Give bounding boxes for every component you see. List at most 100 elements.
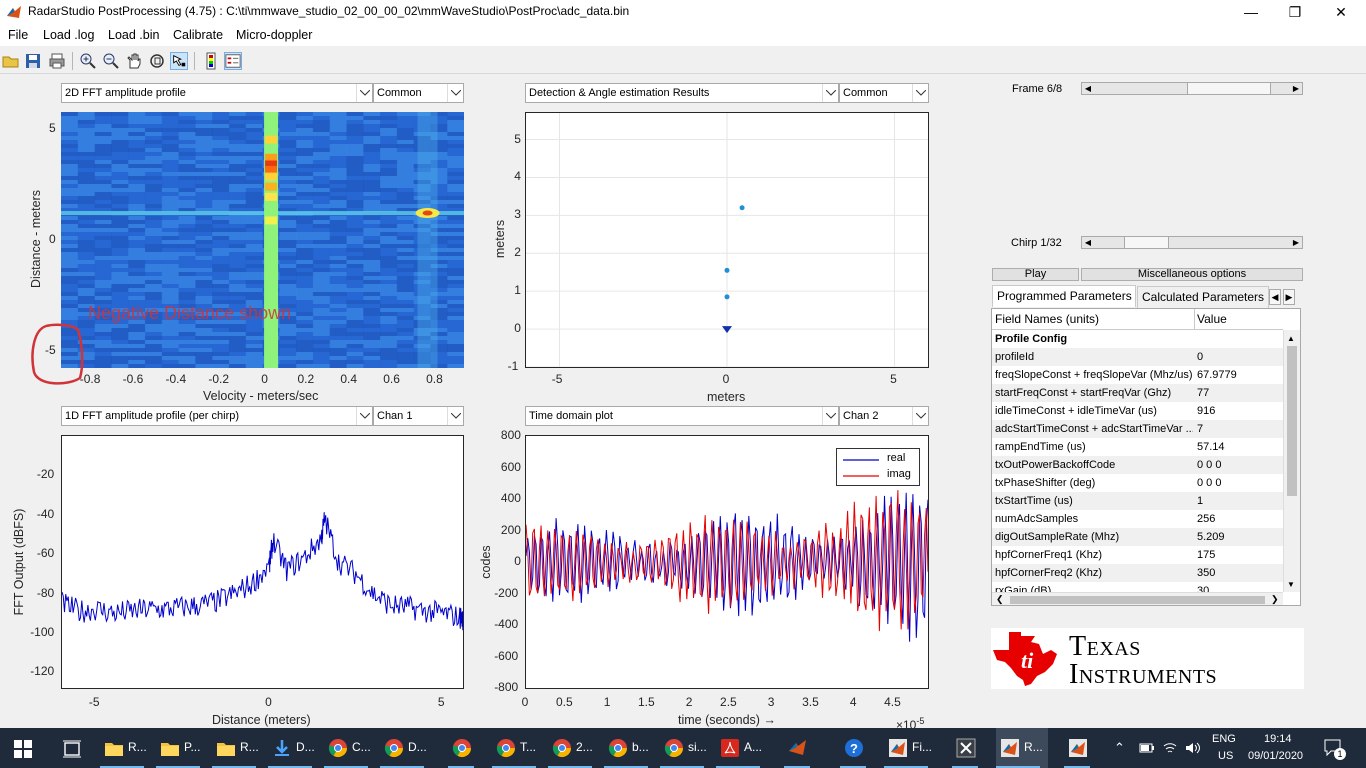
taskbar-app[interactable]: D...	[380, 728, 432, 768]
taskbar-app[interactable]: R...	[996, 728, 1048, 768]
language-indicator-2[interactable]: US	[1218, 750, 1233, 762]
taskbar-app[interactable]	[1064, 728, 1094, 768]
tab-scroll-left-icon[interactable]: ◀	[1269, 289, 1281, 305]
taskbar-app[interactable]: 2...	[548, 728, 600, 768]
plot1-type-select[interactable]: 2D FFT amplitude profile	[61, 83, 373, 103]
table-row[interactable]: adcStartTimeConst + adcStartTimeVar ... 7	[992, 420, 1283, 438]
misc-options-button[interactable]: Miscellaneous options	[1081, 268, 1303, 281]
table-horizontal-scrollbar[interactable]: ❮ ❯	[992, 592, 1283, 605]
slider-right-arrow-icon[interactable]: ▶	[1290, 83, 1302, 94]
heatmap-axes[interactable]	[61, 112, 464, 368]
volume-icon[interactable]	[1185, 741, 1201, 755]
taskbar-app[interactable]: Fi...	[884, 728, 936, 768]
taskbar-app[interactable]: D...	[268, 728, 320, 768]
show-hidden-icons[interactable]: ⌃	[1114, 740, 1125, 756]
clock-date[interactable]: 09/01/2020	[1248, 750, 1303, 762]
chirp-slider-thumb[interactable]	[1124, 237, 1170, 248]
table-row[interactable]: freqSlopeConst + freqSlopeVar (Mhz/us) 67…	[992, 366, 1283, 384]
heatmap-cell	[329, 264, 347, 268]
menu-calibrate[interactable]: Calibrate	[173, 28, 223, 42]
tab-scroll-right-icon[interactable]: ▶	[1283, 289, 1295, 305]
table-row[interactable]: profileId 0	[992, 348, 1283, 366]
chirp-slider[interactable]: ◀ ▶	[1081, 236, 1303, 249]
task-view-icon[interactable]	[62, 740, 82, 758]
column-header-value[interactable]: Value	[1197, 312, 1227, 326]
rotate-icon[interactable]	[148, 52, 166, 70]
taskbar-app[interactable]: ?	[840, 728, 870, 768]
plot4-channel-select[interactable]: Chan 2	[839, 406, 929, 426]
plot2-type-select[interactable]: Detection & Angle estimation Results	[525, 83, 839, 103]
table-row[interactable]: txStartTime (us) 1	[992, 492, 1283, 510]
heatmap-cell	[380, 200, 398, 204]
clock-time[interactable]: 19:14	[1264, 733, 1292, 745]
minimize-button[interactable]: —	[1228, 0, 1274, 24]
heatmap-cell	[178, 152, 196, 156]
table-row[interactable]: Profile Config	[992, 330, 1283, 348]
zoom-out-icon[interactable]	[102, 52, 120, 70]
frame-slider[interactable]: ◀ ▶	[1081, 82, 1303, 95]
plot2-channel-select[interactable]: Common	[839, 83, 929, 103]
taskbar-app[interactable]: R...	[212, 728, 264, 768]
scroll-down-icon[interactable]: ▼	[1287, 580, 1295, 589]
zoom-in-icon[interactable]	[79, 52, 97, 70]
tab-programmed-parameters[interactable]: Programmed Parameters	[992, 285, 1136, 307]
taskbar-app[interactable]: A...	[716, 728, 768, 768]
colorbar-icon[interactable]	[202, 52, 220, 70]
table-row[interactable]: txOutPowerBackoffCode 0 0 0	[992, 456, 1283, 474]
plot3-channel-select[interactable]: Chan 1	[373, 406, 464, 426]
scroll-up-icon[interactable]: ▲	[1287, 334, 1295, 343]
frame-slider-thumb[interactable]	[1186, 83, 1271, 94]
table-row[interactable]: hpfCornerFreq1 (Khz) 175	[992, 546, 1283, 564]
pan-icon[interactable]	[125, 52, 143, 70]
taskbar-app[interactable]: si...	[660, 728, 712, 768]
menu-file[interactable]: File	[8, 28, 28, 42]
table-row[interactable]: startFreqConst + startFreqVar (Ghz) 77	[992, 384, 1283, 402]
plot3-type-select[interactable]: 1D FFT amplitude profile (per chirp)	[61, 406, 373, 426]
scroll-left-icon[interactable]: ❮	[996, 594, 1004, 605]
legend-icon[interactable]	[224, 52, 242, 70]
table-vertical-scrollbar[interactable]: ▲ ▼	[1283, 330, 1300, 592]
table-row[interactable]: digOutSampleRate (Mhz) 5.209	[992, 528, 1283, 546]
slider-left-arrow-icon[interactable]: ◀	[1082, 237, 1094, 248]
detection-axes[interactable]	[525, 112, 929, 368]
scroll-right-icon[interactable]: ❯	[1271, 594, 1279, 605]
tab-calculated-parameters[interactable]: Calculated Parameters	[1137, 286, 1269, 308]
taskbar-app[interactable]	[952, 728, 982, 768]
close-button[interactable]: ✕	[1318, 0, 1364, 24]
plot4-type-select[interactable]: Time domain plot	[525, 406, 839, 426]
table-row[interactable]: numAdcSamples 256	[992, 510, 1283, 528]
print-icon[interactable]	[48, 52, 66, 70]
restore-button[interactable]: ❐	[1272, 0, 1318, 24]
time-domain-axes[interactable]: real imag	[525, 435, 929, 689]
taskbar-app[interactable]: C...	[324, 728, 376, 768]
table-scroll-thumb[interactable]	[1287, 346, 1297, 496]
open-icon[interactable]	[2, 52, 20, 70]
data-cursor-icon[interactable]	[170, 52, 188, 70]
column-header-field-names[interactable]: Field Names (units)	[995, 312, 1099, 326]
table-row[interactable]: txPhaseShifter (deg) 0 0 0	[992, 474, 1283, 492]
slider-left-arrow-icon[interactable]: ◀	[1082, 83, 1094, 94]
battery-icon[interactable]	[1139, 742, 1155, 754]
taskbar-app[interactable]: R...	[100, 728, 152, 768]
play-button[interactable]: Play	[992, 268, 1079, 281]
slider-right-arrow-icon[interactable]: ▶	[1290, 237, 1302, 248]
plot1-channel-select[interactable]: Common	[373, 83, 464, 103]
network-icon[interactable]	[1162, 741, 1178, 755]
heatmap-cell	[111, 284, 129, 288]
taskbar-app[interactable]: b...	[604, 728, 656, 768]
language-indicator-1[interactable]: ENG	[1212, 733, 1236, 745]
table-row[interactable]: rampEndTime (us) 57.14	[992, 438, 1283, 456]
table-row[interactable]: hpfCornerFreq2 (Khz) 350	[992, 564, 1283, 582]
menu-micro-doppler[interactable]: Micro-doppler	[236, 28, 312, 42]
taskbar-app[interactable]	[448, 728, 478, 768]
windows-start-icon[interactable]	[14, 740, 32, 758]
fft1d-axes[interactable]	[61, 435, 464, 689]
menu-load-bin[interactable]: Load .bin	[108, 28, 159, 42]
taskbar-app[interactable]: T...	[492, 728, 544, 768]
table-row[interactable]: idleTimeConst + idleTimeVar (us) 916	[992, 402, 1283, 420]
save-icon[interactable]	[24, 52, 42, 70]
taskbar-app[interactable]: P...	[156, 728, 208, 768]
taskbar-app[interactable]	[784, 728, 814, 768]
table-hscroll-thumb[interactable]	[1010, 596, 1265, 604]
menu-load-log[interactable]: Load .log	[43, 28, 94, 42]
